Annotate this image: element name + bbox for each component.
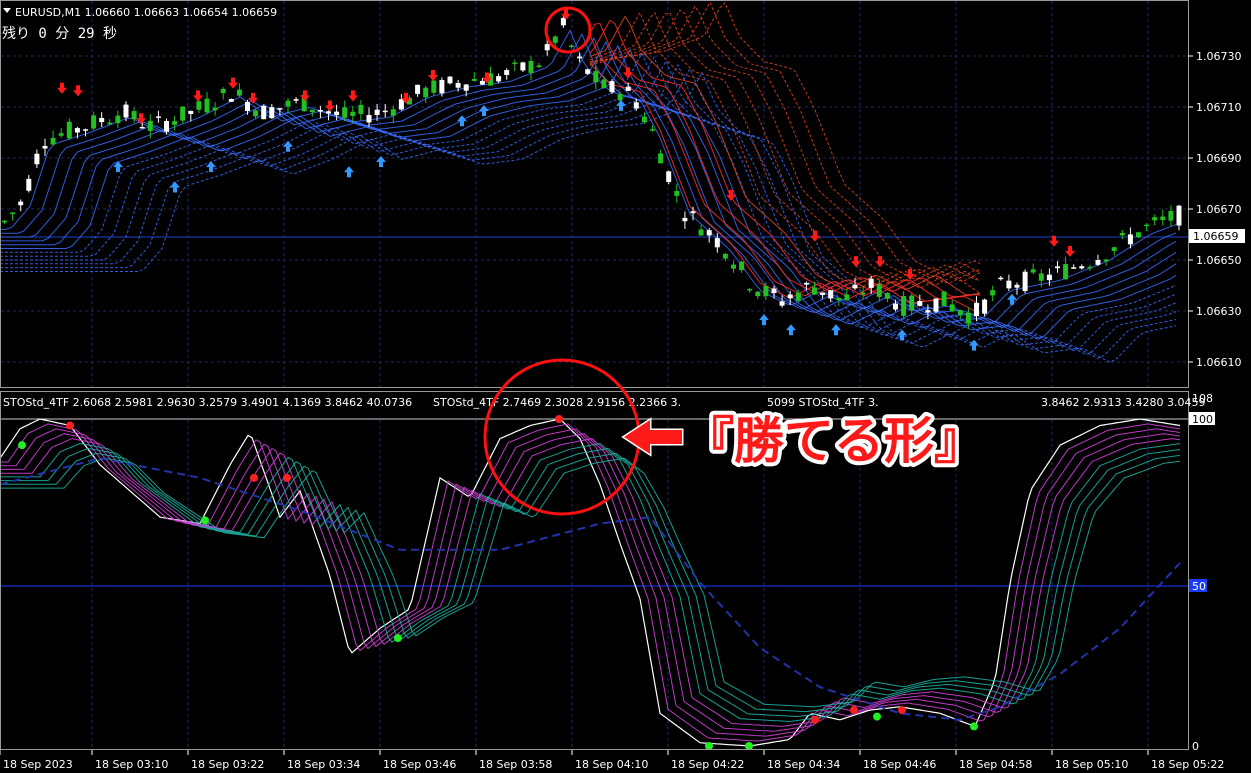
buy-arrow-icon [831, 324, 841, 336]
buy-arrow-icon [786, 324, 796, 336]
winning-shape-label: 『勝てる形』 [684, 412, 984, 470]
price-axis[interactable]: 1.06730 1.06710 1.06690 1.06670 1.06650 1.066… [1188, 50, 1242, 369]
time-tick-label: 18 Sep 03:58 [479, 758, 552, 771]
sell-arrow-icon [726, 189, 736, 201]
indicator-header-2: STOStd_4TF 2.7469 2.3028 2.9156 2.2366 3… [433, 396, 681, 409]
price-tick-label: 1.06650 [1196, 254, 1242, 267]
sell-signal-dot [898, 706, 906, 715]
sell-arrow-icon [325, 100, 335, 112]
indicator-header-4: 3.8462 2.9313 3.4280 3.0459 [1041, 396, 1205, 409]
sell-arrow-icon [193, 90, 203, 102]
trading-chart[interactable]: EURUSD,M1 1.06660 1.06663 1.06654 1.0665… [0, 0, 1251, 773]
price-tick-label: 1.06690 [1196, 152, 1242, 165]
stoch-highlight-circle [483, 358, 641, 516]
indicator-axis[interactable]: 108 100 50 0 [1189, 392, 1215, 753]
price-tick-label: 1.06710 [1196, 101, 1242, 114]
buy-signal-dot [394, 634, 402, 643]
sell-arrow-icon [57, 82, 67, 94]
time-tick-label: 18 Sep 04:34 [767, 758, 840, 771]
price-tick-label: 1.06610 [1196, 356, 1242, 369]
pointer-arrow-icon [621, 417, 684, 457]
symbol-header: EURUSD,M1 1.06660 1.06663 1.06654 1.0665… [15, 6, 277, 19]
sub-window-frame [0, 391, 1189, 750]
time-tick-label: 18 Sep 04:46 [863, 758, 936, 771]
buy-arrow-icon [170, 181, 180, 193]
sell-arrow-icon [348, 90, 358, 102]
indicator-header-1: STOStd_4TF 2.6068 2.5981 2.9630 3.2579 3… [3, 396, 412, 409]
sell-arrow-icon [428, 69, 438, 81]
buy-arrow-icon [376, 156, 386, 167]
indicator-header-3: 5099 STOStd_4TF 3. [767, 396, 879, 409]
buy-arrow-icon [1007, 293, 1017, 305]
sell-arrow-icon [73, 85, 83, 97]
time-tick-label: 18 Sep 03:46 [383, 758, 456, 771]
indicator-tick-label: 108 [1192, 392, 1213, 405]
indicator-tick-label: 0 [1192, 740, 1199, 753]
buy-signal-dot [705, 742, 713, 750]
collapse-triangle-icon[interactable] [3, 8, 11, 13]
sell-signal-dot [850, 706, 858, 715]
candles [2, 15, 1182, 329]
current-price-label: 1.06659 [1193, 230, 1239, 243]
price-tick-label: 1.06670 [1196, 203, 1242, 216]
sell-signal-dot [66, 421, 74, 430]
time-tick-label: 18 Sep 03:22 [191, 758, 264, 771]
buy-arrow-icon [457, 115, 467, 127]
buy-signal-dot [201, 516, 209, 525]
sell-signal-dot [555, 415, 563, 423]
time-tick-label: 18 Sep 04:58 [959, 758, 1032, 771]
time-tick-label: 18 Sep 03:10 [95, 758, 168, 771]
buy-arrow-icon [283, 140, 293, 152]
sell-arrow-icon [228, 77, 238, 89]
time-tick-label: 18 Sep 2023 [3, 758, 73, 771]
time-tick-label: 18 Sep 05:22 [1151, 758, 1224, 771]
buy-signal-dot [745, 742, 753, 750]
buy-arrow-icon [616, 99, 626, 111]
time-axis[interactable]: 18 Sep 2023 18 Sep 03:10 18 Sep 03:22 18 Se… [0, 750, 1224, 771]
indicator-tick-label: 50 [1192, 580, 1206, 593]
price-tick-label: 1.06630 [1196, 305, 1242, 318]
sell-arrow-icon [875, 256, 885, 268]
remaining-time: 残り 0 分 29 秒 [2, 26, 117, 42]
time-tick-label: 18 Sep 05:10 [1055, 758, 1128, 771]
buy-signal-dot [873, 712, 881, 721]
buy-arrow-icon [206, 161, 216, 173]
sell-arrow-icon [810, 230, 820, 242]
buy-arrow-icon [969, 339, 979, 351]
stochastic-lines [0, 418, 1181, 747]
buy-signal-dot [18, 441, 26, 450]
chart-grid [1, 1, 1188, 749]
sell-arrow-icon [1065, 245, 1075, 257]
buy-arrow-icon [344, 166, 354, 178]
buy-signal-dot [970, 722, 978, 731]
indicator-tick-label: 100 [1192, 413, 1213, 426]
sell-signal-dot [250, 473, 258, 482]
time-tick-label: 18 Sep 03:34 [287, 758, 360, 771]
sell-signal-dot [811, 715, 819, 724]
sell-arrow-icon [561, 8, 571, 20]
stochastic-subwindow[interactable] [0, 415, 1188, 750]
price-tick-label: 1.06730 [1196, 50, 1242, 63]
time-tick-label: 18 Sep 04:22 [671, 758, 744, 771]
sell-signal-dot [283, 473, 291, 482]
sell-arrow-icon [300, 90, 310, 102]
time-tick-label: 18 Sep 04:10 [575, 758, 648, 771]
buy-arrow-icon [759, 314, 769, 326]
